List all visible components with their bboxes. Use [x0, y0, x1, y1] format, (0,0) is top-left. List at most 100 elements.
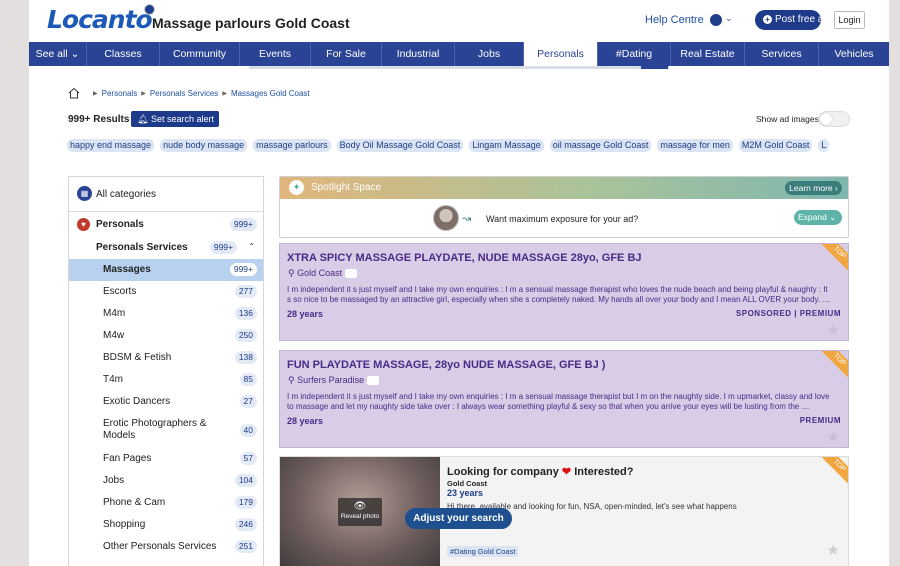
listing-card[interactable]: TOP XTRA SPICY MASSAGE PLAYDATE, NUDE MA… [279, 243, 849, 341]
locanto-logo[interactable]: Locanto [47, 5, 153, 34]
sidebar-item-label: Personals Services [96, 242, 188, 253]
header: Locanto Massage parlours Gold Coast Help… [29, 0, 889, 42]
tag-chip[interactable]: oil massage Gold Coast [549, 139, 652, 152]
star-icon[interactable]: ★ [827, 541, 840, 559]
eye-icon: 👁︎ [353, 501, 367, 512]
pin-icon: ⚲ [288, 375, 295, 385]
sidebar-item-label: T4m [103, 374, 123, 385]
listing-age: 28 years [287, 416, 324, 426]
nav-classes[interactable]: Classes [87, 42, 160, 66]
sidebar-item-escorts[interactable]: Escorts 277 [69, 281, 263, 303]
star-icon[interactable]: ★ [827, 321, 840, 339]
top-ribbon: TOP [817, 457, 848, 488]
listing-location: ⚲ Gold Coast [288, 268, 358, 279]
all-categories[interactable]: ▦ All categories [69, 177, 263, 212]
breadcrumb-personals-services[interactable]: Personals Services [150, 89, 218, 98]
listing-card[interactable]: 👁︎ Reveal photo TOP Looking for company … [279, 456, 849, 566]
expand-button[interactable]: Expand ⌄ [794, 210, 842, 225]
tag-chip[interactable]: Lingam Massage [469, 139, 544, 152]
show-ad-images-toggle[interactable] [818, 111, 850, 127]
sidebar-item-personals-services[interactable]: Personals Services 999+ ⌃ [69, 237, 263, 259]
sidebar-item-m4m[interactable]: M4m 136 [69, 303, 263, 325]
tag-chip[interactable]: M2M Gold Coast [738, 139, 813, 152]
listing-card[interactable]: TOP FUN PLAYDATE MASSAGE, 28yo NUDE MASS… [279, 350, 849, 448]
listing-tag[interactable]: #Dating Gold Coast [447, 546, 519, 557]
listing-title[interactable]: Looking for company ❤ Interested? [447, 465, 633, 478]
pin-icon: ⚲ [288, 268, 295, 278]
nav-vehicles[interactable]: Vehicles [819, 42, 889, 66]
nav-personals[interactable]: Personals [524, 42, 598, 66]
set-search-alert-button[interactable]: 🔔︎ Set search alert [131, 111, 219, 127]
star-icon[interactable]: ★ [827, 428, 840, 446]
heart-icon: ❤ [561, 466, 572, 478]
sidebar-item-label: M4w [103, 330, 125, 341]
country-selector[interactable]: ⌄ [710, 13, 734, 26]
chevron-up-icon[interactable]: ⌃ [248, 242, 255, 251]
count-badge: 104 [234, 474, 257, 487]
sidebar-item-other-services[interactable]: Other Personals Services 251 [69, 536, 263, 558]
count-badge: 85 [239, 373, 257, 386]
listing-age: 23 years [447, 488, 484, 498]
sidebar-item-label: M4m [103, 308, 126, 319]
help-centre-link[interactable]: Help Centre [645, 14, 704, 26]
top-ribbon: TOP [817, 351, 848, 382]
count-badge: 27 [239, 395, 257, 408]
tag-chip[interactable]: massage for men [657, 139, 733, 152]
tag-chip[interactable]: Body Oil Massage Gold Coast [336, 139, 464, 152]
listing-badge: SPONSORED | PREMIUM [735, 309, 841, 318]
tag-chip[interactable]: happy end massage [67, 139, 155, 152]
breadcrumb: ▶ Personals ▶ Personals Services ▶ Massa… [68, 87, 310, 99]
breadcrumb-massages[interactable]: Massages Gold Coast [231, 89, 310, 98]
listing-title[interactable]: FUN PLAYDATE MASSAGE, 28yo NUDE MASSAGE,… [287, 359, 605, 371]
sidebar-item-massages[interactable]: Massages 999+ [69, 259, 263, 281]
nav-industrial[interactable]: Industrial [382, 42, 455, 66]
category-nav: See all ⌄ Classes Community Events For S… [29, 42, 889, 66]
nav-jobs[interactable]: Jobs [455, 42, 524, 66]
sidebar-item-exotic-dancers[interactable]: Exotic Dancers 27 [69, 391, 263, 413]
sidebar-item-bdsm[interactable]: BDSM & Fetish 138 [69, 347, 263, 369]
listing-title[interactable]: XTRA SPICY MASSAGE PLAYDATE, NUDE MASSAG… [287, 252, 642, 264]
australia-flag-icon [710, 14, 722, 26]
nav-see-all[interactable]: See all ⌄ [29, 42, 87, 66]
nav-community[interactable]: Community [160, 42, 240, 66]
tag-chip[interactable]: nude body massage [160, 139, 248, 152]
related-searches: happy end massage nude body massage mass… [67, 139, 889, 152]
tag-chip[interactable]: L [818, 139, 830, 152]
tag-chip[interactable]: massage parlours [253, 139, 331, 152]
camera-icon [345, 269, 358, 279]
sidebar-item-phone-cam[interactable]: Phone & Cam 179 [69, 492, 263, 514]
sidebar-item-label: BDSM & Fetish [103, 352, 172, 363]
show-ad-images-label: Show ad images [756, 114, 819, 124]
sidebar-item-m4w[interactable]: M4w 250 [69, 325, 263, 347]
count-badge: 57 [239, 452, 257, 465]
search-bar-edge [249, 66, 669, 69]
sidebar-item-erotic-photographers[interactable]: Erotic Photographers & Models 40 [69, 413, 263, 447]
listing-title-b: Interested? [574, 466, 634, 478]
sidebar-item-personals[interactable]: ♥ Personals 999+ [69, 214, 263, 236]
set-search-alert-label: Set search alert [150, 114, 214, 124]
heart-icon: ♥ [77, 218, 90, 231]
reveal-photo-button[interactable]: 👁︎ Reveal photo [338, 498, 382, 526]
sidebar-item-jobs[interactable]: Jobs 104 [69, 470, 263, 492]
post-free-ad-button[interactable]: + Post free ad [755, 10, 829, 30]
sidebar-item-t4m[interactable]: T4m 85 [69, 369, 263, 391]
count-badge: 136 [234, 307, 257, 320]
home-icon[interactable] [68, 87, 80, 99]
nav-real-estate[interactable]: Real Estate [671, 42, 745, 66]
category-sidebar: ▦ All categories ♥ Personals 999+ Person… [68, 176, 264, 566]
sidebar-item-label: Other Personals Services [103, 541, 217, 552]
camera-icon [367, 376, 380, 386]
nav-for-sale[interactable]: For Sale [311, 42, 382, 66]
breadcrumb-personals[interactable]: Personals [102, 89, 138, 98]
adjust-search-button[interactable]: Adjust your search [405, 508, 512, 529]
sidebar-item-fan-pages[interactable]: Fan Pages 57 [69, 448, 263, 470]
sidebar-item-label: Jobs [103, 475, 125, 486]
curly-arrow-icon: ↝ [462, 213, 472, 225]
login-button[interactable]: Login [834, 11, 865, 29]
nav-events[interactable]: Events [240, 42, 311, 66]
nav-dating[interactable]: #Dating [598, 42, 671, 66]
learn-more-button[interactable]: Learn more › [785, 181, 842, 195]
sidebar-item-shopping[interactable]: Shopping 246 [69, 514, 263, 536]
nav-services[interactable]: Services [745, 42, 819, 66]
listing-description: I m independent it s just myself and I t… [287, 285, 831, 304]
